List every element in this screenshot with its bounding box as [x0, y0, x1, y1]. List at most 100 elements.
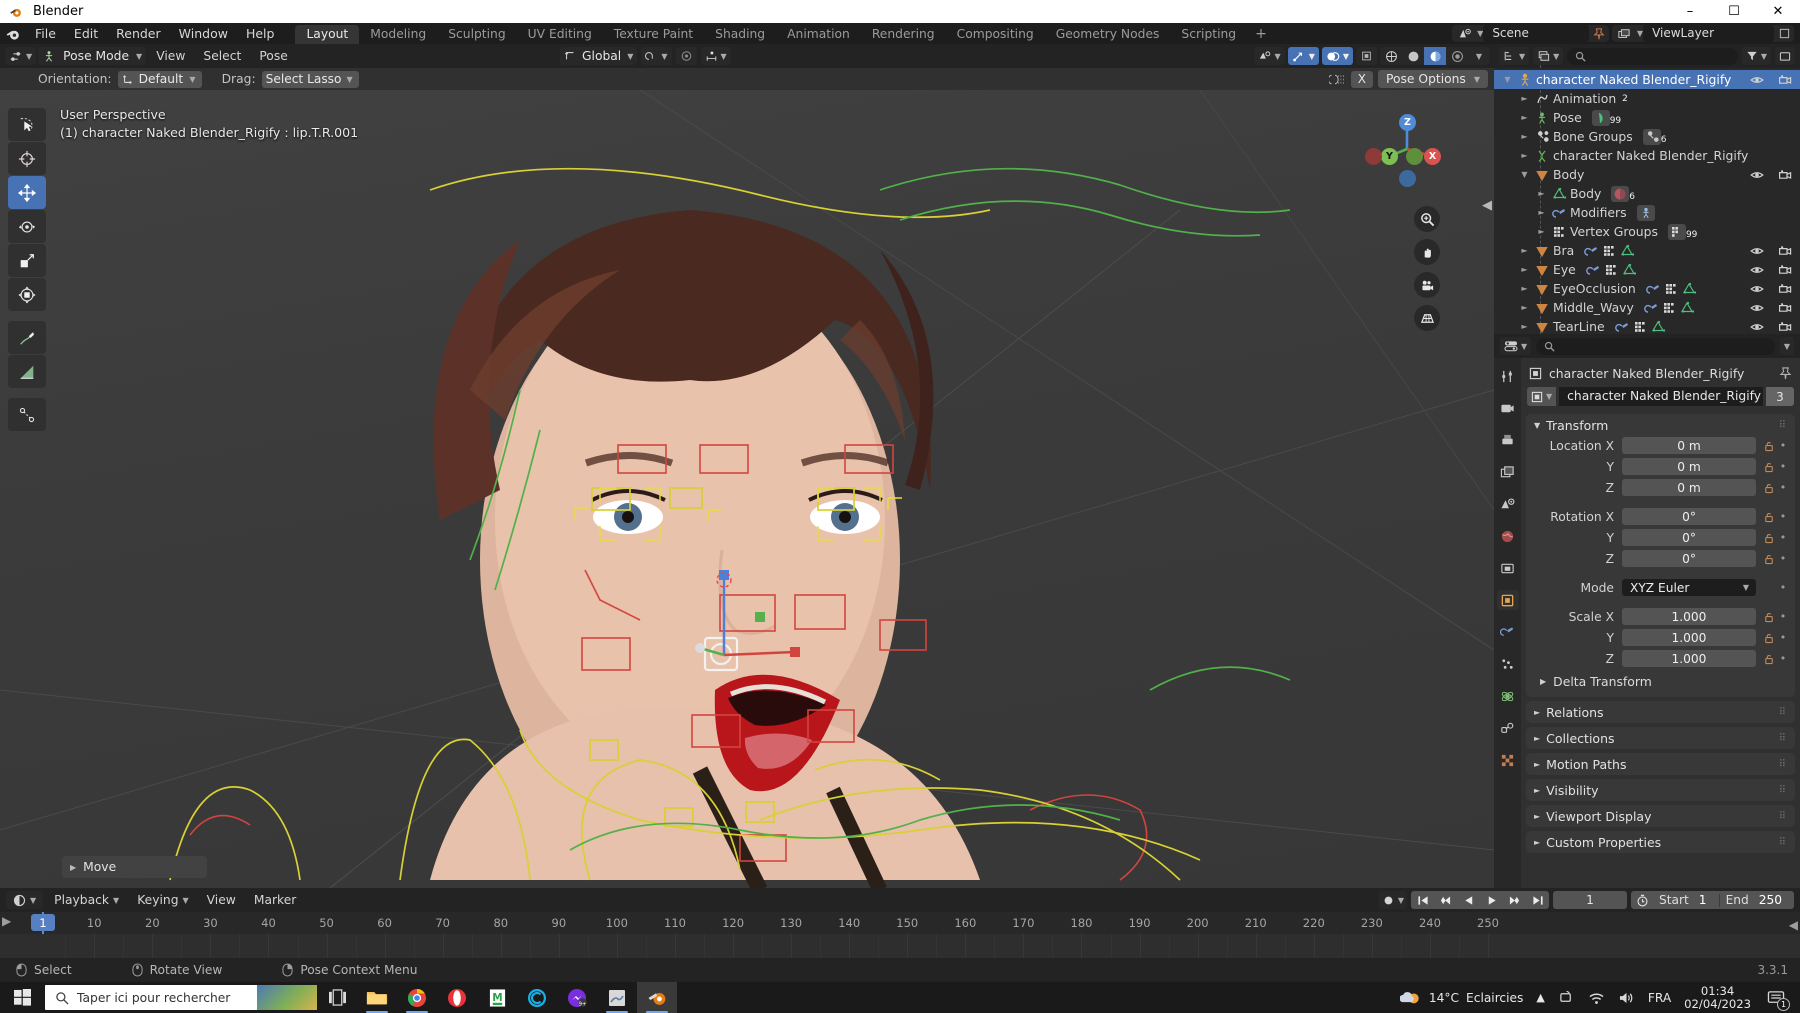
animate-property-icon[interactable]: • — [1777, 439, 1789, 452]
visibility-selector[interactable]: ▼ — [1254, 47, 1285, 65]
volume-icon[interactable] — [1618, 991, 1635, 1005]
menu-edit[interactable]: Edit — [65, 23, 107, 44]
collapsed-panel-header[interactable]: ►Relations⠿ — [1526, 701, 1795, 723]
panel-grip[interactable]: ⠿ — [1779, 785, 1787, 796]
clock-widget[interactable]: 01:34 02/04/2023 — [1684, 985, 1751, 1011]
panel-grip[interactable]: ⠿ — [1779, 759, 1787, 770]
properties-options-button[interactable]: ▼ — [1780, 337, 1794, 355]
delta-transform-subpanel[interactable]: ▶ Delta Transform — [1526, 670, 1795, 689]
expand-chevron-down-icon[interactable]: ▼ — [1517, 170, 1532, 179]
tab-texture-paint[interactable]: Texture Paint — [603, 25, 704, 44]
outliner-editor-type-button[interactable]: ▼ — [1499, 47, 1529, 65]
menu-render[interactable]: Render — [107, 23, 170, 44]
rotation-mode-dropdown[interactable]: XYZ Euler▼ — [1622, 579, 1756, 596]
gizmo-axis-z[interactable]: Z — [1399, 114, 1416, 131]
timeline-menu-marker[interactable]: Marker — [247, 891, 304, 909]
menu-file[interactable]: File — [26, 23, 65, 44]
outliner-search-input[interactable] — [1567, 48, 1738, 65]
outliner-filter-button[interactable]: ▼ — [1742, 47, 1771, 65]
animate-property-icon[interactable]: • — [1777, 531, 1789, 544]
minimize-button[interactable]: – — [1668, 0, 1712, 23]
operator-redo-panel[interactable]: ▶ Move — [62, 856, 207, 878]
onedrive-icon[interactable] — [1558, 990, 1575, 1005]
start-frame-value[interactable]: 1 — [1695, 893, 1719, 907]
tab-tool-properties[interactable] — [1497, 366, 1519, 386]
play-button[interactable] — [1480, 891, 1503, 909]
end-frame-value[interactable]: 250 — [1755, 893, 1794, 907]
collapsed-panel-header[interactable]: ►Visibility⠿ — [1526, 779, 1795, 801]
outliner-row[interactable]: ►Bra — [1494, 241, 1800, 260]
outliner-row[interactable]: ▼Body — [1494, 165, 1800, 184]
move-tool[interactable] — [8, 176, 46, 209]
gizmo-toggle[interactable]: ▼ — [1288, 47, 1319, 65]
tab-particles-properties[interactable] — [1497, 654, 1519, 674]
expand-chevron-right-icon[interactable]: ► — [1517, 132, 1532, 141]
jump-to-end-button[interactable] — [1526, 891, 1549, 909]
tab-world-properties[interactable] — [1497, 526, 1519, 546]
camera-icon[interactable] — [1778, 244, 1792, 258]
object-name-field[interactable]: character Naked Blender_Rigify — [1559, 387, 1763, 406]
3d-viewport[interactable]: User Perspective (1) character Naked Ble… — [0, 90, 1494, 888]
timeline-left-toggle-icon[interactable]: ▶ — [2, 914, 11, 928]
expand-chevron-right-icon[interactable]: ► — [1534, 227, 1549, 236]
panel-grip[interactable]: ⠿ — [1779, 733, 1787, 744]
tab-animation[interactable]: Animation — [776, 25, 861, 44]
use-preview-range-icon[interactable] — [1631, 894, 1653, 907]
camera-nav-icon[interactable] — [1414, 272, 1440, 298]
gizmo-axis-y[interactable]: Y — [1381, 148, 1398, 165]
lock-icon[interactable] — [1760, 611, 1777, 623]
timeline-editor-type-button[interactable]: ▼ — [6, 891, 43, 909]
transform-panel-header[interactable]: ▼ Transform ⠿ — [1526, 414, 1795, 436]
tab-constraints-properties[interactable] — [1497, 718, 1519, 738]
collapsed-panel-header[interactable]: ►Motion Paths⠿ — [1526, 753, 1795, 775]
outliner-row[interactable]: ►Vertex Groups99 — [1494, 222, 1800, 241]
material-preview-shading-button[interactable] — [1424, 47, 1446, 65]
add-workspace-button[interactable]: + — [1247, 25, 1275, 44]
outliner-row[interactable]: ►character Naked Blender_Rigify — [1494, 146, 1800, 165]
panel-grip[interactable]: ⠿ — [1779, 707, 1787, 718]
tab-scene-properties[interactable] — [1497, 494, 1519, 514]
camera-icon[interactable] — [1778, 282, 1792, 296]
eye-icon[interactable] — [1750, 282, 1764, 296]
transform-orientation-selector[interactable]: Global ▼ — [560, 47, 637, 65]
lock-icon[interactable] — [1760, 511, 1777, 523]
tab-collection-properties[interactable] — [1497, 558, 1519, 578]
solid-shading-button[interactable] — [1402, 47, 1424, 65]
object-browse-button[interactable]: ▼ — [1527, 387, 1556, 406]
tab-modeling[interactable]: Modeling — [359, 25, 437, 44]
collapsed-panel[interactable]: ►Relations⠿ — [1526, 701, 1795, 723]
maximize-button[interactable]: ☐ — [1712, 0, 1756, 23]
tab-layout[interactable]: Layout — [295, 25, 359, 44]
tab-output-properties[interactable] — [1497, 430, 1519, 450]
lock-icon[interactable] — [1760, 553, 1777, 565]
blender-logo-icon[interactable] — [0, 23, 26, 44]
gizmo-axis-neg-z[interactable] — [1399, 170, 1416, 187]
numeric-field[interactable]: 1.000 — [1622, 629, 1756, 646]
camera-icon[interactable] — [1778, 168, 1792, 182]
current-frame-field[interactable]: 1 — [1553, 891, 1627, 909]
eye-icon[interactable] — [1750, 263, 1764, 277]
lock-icon[interactable] — [1760, 532, 1777, 544]
scale-tool[interactable] — [8, 244, 46, 277]
numeric-field[interactable]: 0 m — [1622, 479, 1756, 496]
animate-property-icon[interactable]: • — [1777, 631, 1789, 644]
camera-icon[interactable] — [1778, 301, 1792, 315]
pose-flip-icon[interactable] — [1329, 73, 1346, 86]
outliner-row[interactable]: ▼character Naked Blender_Rigify — [1494, 70, 1800, 89]
gizmo-axis-x[interactable]: X — [1424, 148, 1441, 165]
navigation-gizmo[interactable]: Z Y X — [1366, 108, 1448, 190]
viewport-menu-pose[interactable]: Pose — [251, 47, 295, 65]
tab-sculpting[interactable]: Sculpting — [437, 25, 516, 44]
camera-icon[interactable] — [1778, 73, 1792, 87]
jump-to-prev-keyframe-button[interactable] — [1434, 891, 1457, 909]
chrome-icon[interactable] — [397, 982, 437, 1013]
add-viewlayer-icon[interactable] — [1774, 25, 1794, 42]
measure-tool[interactable] — [8, 355, 46, 388]
collapsed-panel[interactable]: ►Motion Paths⠿ — [1526, 753, 1795, 775]
collapsed-panel-header[interactable]: ►Collections⠿ — [1526, 727, 1795, 749]
animate-property-icon[interactable]: • — [1777, 610, 1789, 623]
expand-chevron-right-icon[interactable]: ► — [1517, 113, 1532, 122]
timeline-ruler[interactable]: ▶ 10203040506070809010011012013014015016… — [0, 912, 1800, 934]
file-explorer-icon[interactable] — [357, 982, 397, 1013]
annotate-tool[interactable] — [8, 321, 46, 354]
